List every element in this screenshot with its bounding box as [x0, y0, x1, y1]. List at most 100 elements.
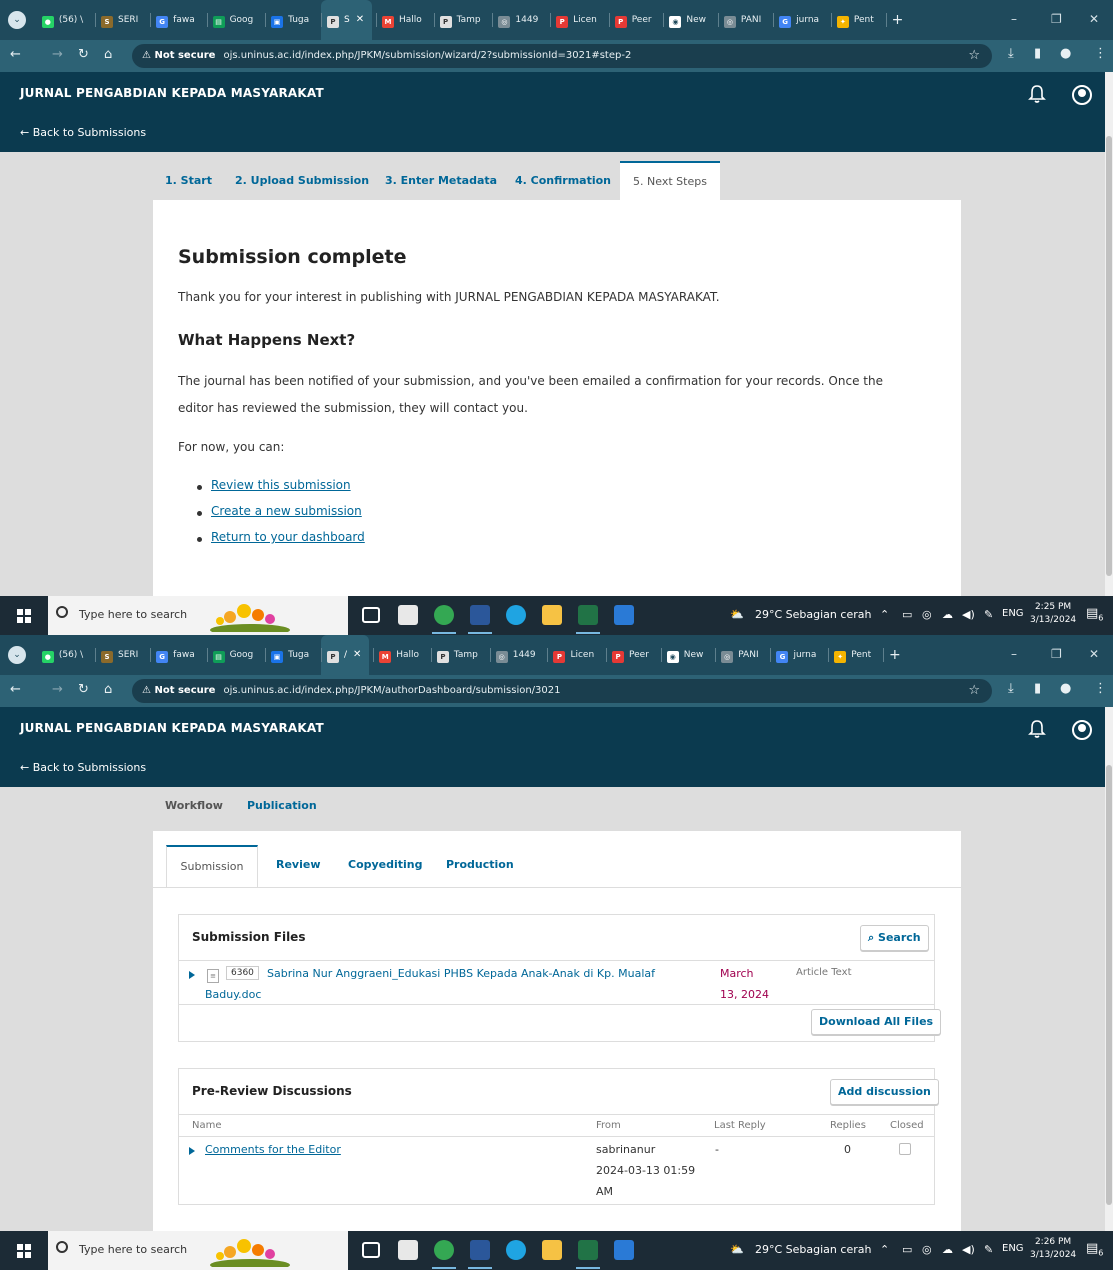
task-view-icon[interactable] [362, 607, 380, 623]
tab-search-icon[interactable]: ⌄ [8, 11, 26, 29]
browser-tab[interactable]: Gfawa [150, 635, 203, 675]
wizard-tab-metadata[interactable]: 3. Enter Metadata [385, 174, 497, 187]
stage-tab-submission[interactable]: Submission [166, 845, 258, 888]
tab-publication[interactable]: Publication [247, 799, 317, 812]
search-files-button[interactable]: ⌕ Search [860, 925, 929, 951]
profile-icon[interactable]: ● [1060, 681, 1071, 696]
browser-tab[interactable]: Gjurna [773, 0, 827, 40]
expand-row-icon[interactable] [189, 971, 195, 979]
browser-tab[interactable]: P Tamp [430, 635, 486, 675]
not-secure-badge[interactable]: ⚠ Not secure [142, 685, 215, 696]
edge-icon[interactable] [506, 605, 526, 625]
expand-row-icon[interactable] [189, 1147, 195, 1155]
cloud-icon[interactable]: ☁ [942, 608, 953, 621]
not-secure-badge[interactable]: ⚠ Not secure [142, 50, 215, 61]
url-input[interactable]: ⚠ Not secure ojs.uninus.ac.id/index.php/J… [132, 679, 992, 703]
browser-tab[interactable]: ▣ Tuga [265, 0, 317, 40]
wizard-tab-start[interactable]: 1. Start [165, 174, 212, 187]
system-clock[interactable]: 2:25 PM 3/13/2024 [1030, 601, 1076, 627]
notification-bell-icon[interactable] [1028, 84, 1046, 104]
stage-tab-copyediting[interactable]: Copyediting [348, 858, 423, 871]
user-account-icon[interactable] [1072, 720, 1092, 740]
browser-tab[interactable]: ● (56) \ [36, 635, 91, 675]
stage-tab-production[interactable]: Production [446, 858, 514, 871]
discussion-closed-checkbox[interactable] [899, 1143, 911, 1155]
discussion-row[interactable]: Comments for the Editor sabrinanur 2024-… [179, 1137, 934, 1203]
task-view-icon[interactable] [362, 1242, 380, 1258]
forward-arrow-icon[interactable]: → [52, 682, 63, 697]
browser-tab-active[interactable]: P S ✕ [321, 0, 373, 40]
browser-tab-active[interactable]: P / ✕ [321, 635, 370, 675]
weather-icon[interactable]: ⛅ [730, 608, 744, 621]
wizard-tab-next-steps[interactable]: 5. Next Steps [620, 161, 720, 201]
new-tab-button[interactable]: + [882, 635, 909, 675]
network-icon[interactable]: ◎ [922, 608, 932, 621]
pen-icon[interactable]: ✎ [984, 1243, 993, 1256]
profile-icon[interactable]: ● [1060, 46, 1071, 61]
menu-kebab-icon[interactable]: ⋮ [1094, 681, 1107, 696]
scrollbar-thumb[interactable] [1106, 765, 1112, 1205]
excel-icon[interactable] [576, 605, 600, 634]
wizard-tab-confirmation[interactable]: 4. Confirmation [515, 174, 611, 187]
sidebar-icon[interactable]: ▮ [1034, 46, 1041, 61]
browser-tab[interactable]: ✦ Pent [830, 0, 882, 40]
language-indicator[interactable]: ENG [1002, 608, 1024, 619]
system-clock[interactable]: 2:26 PM 3/13/2024 [1030, 1236, 1076, 1262]
tray-overflow-icon[interactable]: ⌃ [880, 608, 889, 621]
browser-tab[interactable]: ✦ Pent [828, 635, 879, 675]
close-tab-icon[interactable]: ✕ [353, 649, 361, 660]
photos-icon[interactable] [614, 1240, 634, 1260]
download-all-files-button[interactable]: Download All Files [811, 1009, 942, 1035]
file-name-link[interactable]: Sabrina Nur Anggraeni_Edukasi PHBS Kepad… [267, 967, 655, 980]
word-icon[interactable] [468, 605, 492, 634]
review-submission-link[interactable]: Review this submission [211, 478, 351, 492]
back-to-submissions-link[interactable]: ← Back to Submissions [20, 126, 146, 139]
notifications-icon[interactable]: ▤6 [1086, 1241, 1103, 1258]
restore-icon[interactable]: ❐ [1051, 647, 1062, 661]
notifications-icon[interactable]: ▤6 [1086, 606, 1103, 623]
wizard-tab-upload[interactable]: 2. Upload Submission [235, 174, 369, 187]
download-icon[interactable]: ⤓ [1008, 46, 1014, 61]
volume-icon[interactable]: ◀) [962, 1243, 975, 1256]
browser-tab[interactable]: P Peer [608, 0, 660, 40]
chrome-icon[interactable] [432, 605, 456, 634]
browser-tab[interactable]: ◎ 1449 [492, 0, 546, 40]
language-indicator[interactable]: ENG [1002, 1243, 1024, 1254]
weather-icon[interactable]: ⛅ [730, 1243, 744, 1256]
user-account-icon[interactable] [1072, 85, 1092, 105]
browser-tab[interactable]: P Tamp [433, 0, 489, 40]
forward-arrow-icon[interactable]: → [52, 47, 63, 62]
browser-tab[interactable]: ▤ Goog [206, 635, 262, 675]
weather-text[interactable]: 29°C Sebagian cerah [755, 1243, 871, 1256]
file-name-link-cont[interactable]: Baduy.doc [205, 988, 261, 1001]
file-row[interactable]: ≡ 6360 Sabrina Nur Anggraeni_Edukasi PHB… [179, 961, 934, 1005]
minimize-icon[interactable]: – [1011, 12, 1017, 26]
site-title[interactable]: JURNAL PENGABDIAN KEPADA MASYARAKAT [20, 721, 324, 735]
camera-icon[interactable] [398, 1240, 418, 1260]
add-discussion-button[interactable]: Add discussion [830, 1079, 939, 1105]
minimize-icon[interactable]: – [1011, 647, 1017, 661]
back-to-submissions-link[interactable]: ← Back to Submissions [20, 761, 146, 774]
volume-icon[interactable]: ◀) [962, 608, 975, 621]
browser-tab[interactable]: ▣ Tuga [265, 635, 317, 675]
discussion-link[interactable]: Comments for the Editor [205, 1143, 341, 1156]
close-window-icon[interactable]: ✕ [1089, 647, 1099, 661]
restore-icon[interactable]: ❐ [1051, 12, 1062, 26]
windows-start-icon[interactable] [17, 1244, 31, 1258]
taskbar-search-input[interactable]: Type here to search [48, 596, 348, 635]
reload-icon[interactable]: ↻ [78, 682, 89, 697]
windows-start-icon[interactable] [17, 609, 31, 623]
browser-tab[interactable]: P Peer [606, 635, 657, 675]
browser-tab[interactable]: M Hallo [375, 0, 430, 40]
browser-tab[interactable]: S SERI [95, 0, 146, 40]
battery-icon[interactable]: ▭ [902, 1243, 912, 1256]
notification-bell-icon[interactable] [1028, 719, 1046, 739]
browser-tab[interactable]: ▤ Goog [206, 0, 262, 40]
stage-tab-review[interactable]: Review [276, 858, 321, 871]
file-explorer-icon[interactable] [542, 605, 562, 625]
word-icon[interactable] [468, 1240, 492, 1269]
browser-tab[interactable]: M Hallo [373, 635, 427, 675]
browser-tab[interactable]: ◎ 1449 [489, 635, 544, 675]
camera-icon[interactable] [398, 605, 418, 625]
pen-icon[interactable]: ✎ [984, 608, 993, 621]
